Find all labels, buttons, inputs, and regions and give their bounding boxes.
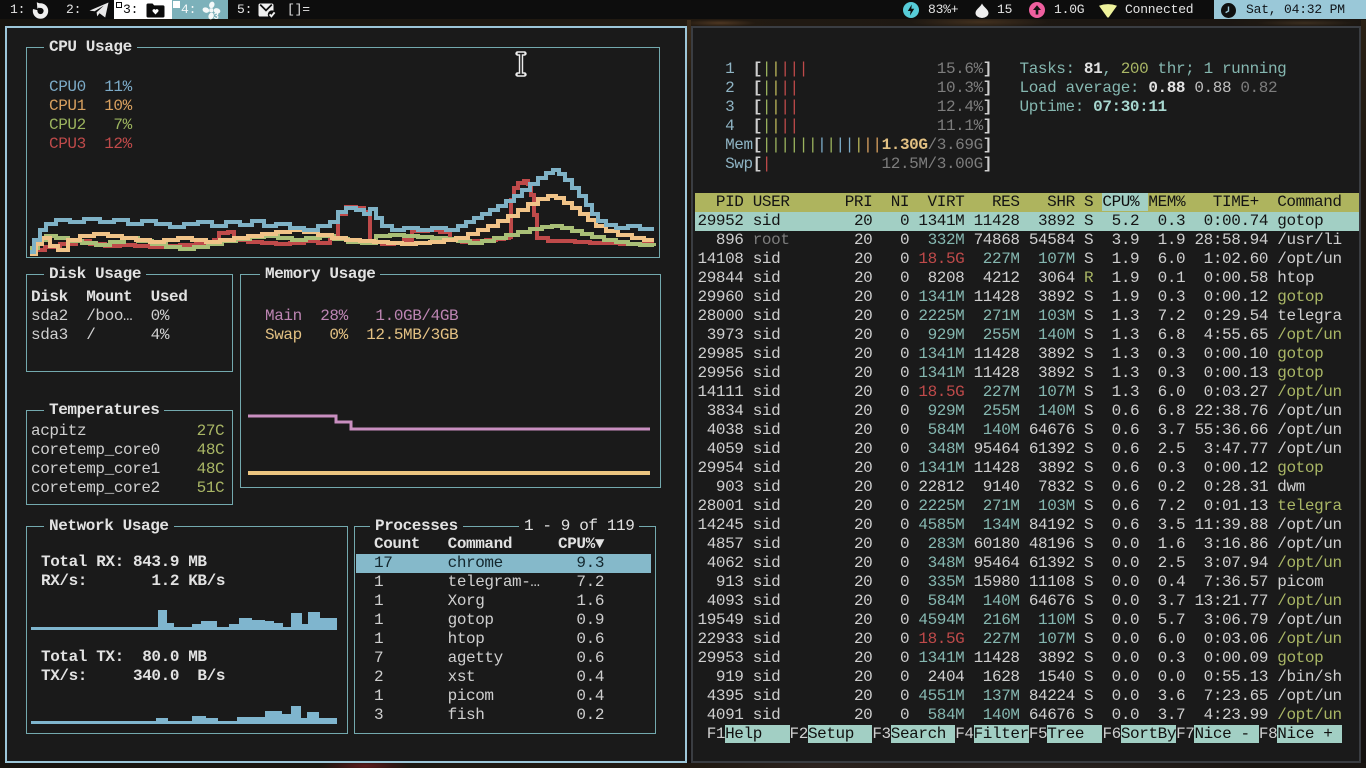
- svg-text:3: 3: [214, 11, 219, 20]
